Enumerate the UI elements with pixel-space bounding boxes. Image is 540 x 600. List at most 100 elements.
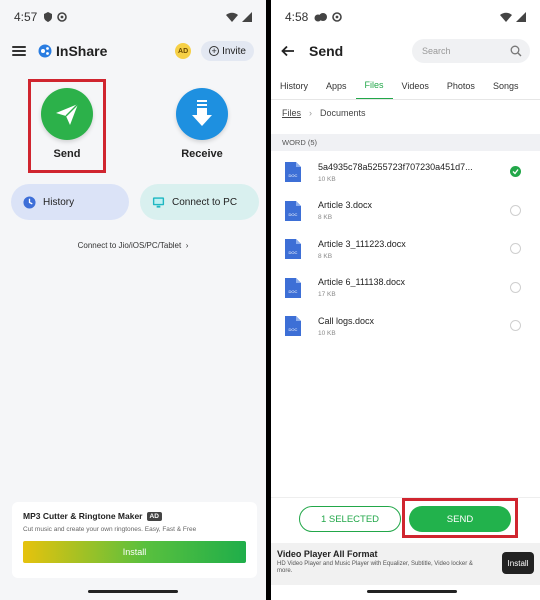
file-select-checkbox[interactable] <box>510 166 521 177</box>
monitor-icon <box>152 196 165 208</box>
file-select-checkbox[interactable] <box>510 320 521 331</box>
ad-badge[interactable]: AD <box>175 43 192 59</box>
chevron-right-icon: › <box>183 241 189 250</box>
svg-text:DOC: DOC <box>289 289 298 294</box>
send-label: Send <box>53 148 81 160</box>
plus-icon: + <box>209 46 220 56</box>
settings-status-icon <box>332 12 343 22</box>
menu-icon[interactable] <box>12 46 26 56</box>
checkmark-icon <box>512 169 519 175</box>
file-size: 10 KB <box>318 175 336 183</box>
right-screen: 4:58 Send Search History Apps Files Vide… <box>271 0 540 600</box>
file-list: DOC 5a4935c78a5255723f707230a451d7... 10… <box>271 153 540 346</box>
file-row[interactable]: DOC Article 3_111223.docx 8 KB <box>271 230 540 269</box>
install-label: Install <box>122 547 147 557</box>
send-header: Send Search <box>271 36 540 66</box>
status-time: 4:58 <box>285 10 309 24</box>
tab-videos[interactable]: Videos <box>393 72 438 99</box>
file-row[interactable]: DOC Article 3.docx 8 KB <box>271 192 540 231</box>
home-handle[interactable] <box>88 590 178 593</box>
brand-name: InShare <box>56 43 108 59</box>
tab-files[interactable]: Files <box>355 72 393 99</box>
doc-file-icon: DOC <box>285 316 301 337</box>
left-screen: 4:57 InShare AD + Invite Send Receive Hi… <box>0 0 266 600</box>
ad-banner: Video Player All Format HD Video Player … <box>271 543 540 585</box>
ad-install-button[interactable]: Install <box>23 541 246 563</box>
connect-pc-label: Connect to PC <box>172 196 238 208</box>
doc-file-icon: DOC <box>285 239 301 260</box>
battery-icon <box>516 12 526 22</box>
paper-plane-icon <box>56 103 79 125</box>
doc-file-icon: DOC <box>285 277 301 298</box>
doc-file-icon: DOC <box>285 162 301 183</box>
status-time: 4:57 <box>14 10 38 24</box>
invite-label: Invite <box>222 45 246 57</box>
search-placeholder: Search <box>422 46 451 56</box>
history-button[interactable]: History <box>11 184 129 220</box>
tab-photos[interactable]: Photos <box>438 72 484 99</box>
receive-button[interactable] <box>176 88 228 140</box>
bottom-action-bar: 1 SELECTED SEND <box>271 497 540 541</box>
ad-card: MP3 Cutter & Ringtone Maker AD Cut music… <box>12 502 257 578</box>
inshare-logo-icon <box>38 44 52 58</box>
download-arrow-icon <box>192 100 212 126</box>
file-select-checkbox[interactable] <box>510 281 521 293</box>
file-row[interactable]: DOC 5a4935c78a5255723f707230a451d7... 10… <box>271 153 540 192</box>
page-title: Send <box>309 43 344 59</box>
back-arrow-icon[interactable] <box>281 44 295 58</box>
file-select-checkbox[interactable] <box>510 243 521 254</box>
invite-button[interactable]: + Invite <box>201 41 254 61</box>
connect-devices-link[interactable]: Connect to Jio/iOS/PC/Tablet › <box>0 241 266 250</box>
send-button[interactable] <box>41 88 93 140</box>
doc-file-icon: DOC <box>285 200 301 221</box>
status-bar: 4:57 <box>0 0 266 34</box>
ad-title: MP3 Cutter & Ringtone Maker <box>23 511 143 521</box>
settings-status-icon <box>57 12 68 22</box>
clock-icon <box>23 195 36 209</box>
history-label: History <box>43 196 75 208</box>
breadcrumb-documents: Documents <box>320 108 366 118</box>
ad-description: HD Video Player and Music Player with Eq… <box>277 561 473 574</box>
home-handle[interactable] <box>367 590 457 593</box>
file-size: 8 KB <box>318 252 333 260</box>
selected-count-button[interactable]: 1 SELECTED <box>299 506 401 532</box>
app-brand: InShare <box>38 43 107 59</box>
send-files-button[interactable]: SEND <box>409 506 511 532</box>
file-size: 17 KB <box>318 291 336 299</box>
ad-title: Video Player All Format <box>277 549 378 559</box>
battery-icon <box>242 12 252 22</box>
file-name: Article 6_111138.docx <box>318 277 406 288</box>
wifi-icon <box>226 12 238 22</box>
ad-description: Cut music and create your own ringtones.… <box>23 526 197 533</box>
file-name: Article 3_111223.docx <box>318 238 406 249</box>
file-name: Call logs.docx <box>318 315 375 326</box>
file-row[interactable]: DOC Call logs.docx 10 KB <box>271 307 540 346</box>
breadcrumb-files[interactable]: Files <box>282 108 301 118</box>
category-tabs: History Apps Files Videos Photos Songs <box>271 72 540 100</box>
tab-songs[interactable]: Songs <box>484 72 528 99</box>
file-size: 8 KB <box>318 214 333 222</box>
wifi-icon <box>500 12 512 22</box>
ad-install-button[interactable]: Install <box>502 552 534 574</box>
ad-tag: AD <box>146 511 162 521</box>
svg-text:DOC: DOC <box>289 173 298 178</box>
app-header: InShare AD + Invite <box>0 36 266 66</box>
file-name: 5a4935c78a5255723f707230a451d7... <box>318 161 473 172</box>
file-size: 10 KB <box>318 329 336 337</box>
section-header: WORD (5) <box>271 134 540 151</box>
search-icon <box>510 45 522 57</box>
file-row[interactable]: DOC Article 6_111138.docx 17 KB <box>271 269 540 308</box>
tab-apps[interactable]: Apps <box>317 72 356 99</box>
connect-to-pc-button[interactable]: Connect to PC <box>140 184 259 220</box>
svg-text:DOC: DOC <box>289 212 298 217</box>
receive-label: Receive <box>181 148 223 160</box>
chevron-right-icon: › <box>309 108 313 118</box>
breadcrumb: Files › Documents <box>282 108 366 118</box>
connect-link-text: Connect to Jio/iOS/PC/Tablet <box>77 241 182 250</box>
file-name: Article 3.docx <box>318 200 373 211</box>
file-select-checkbox[interactable] <box>510 204 521 216</box>
shield-status-icon <box>44 12 53 22</box>
search-input[interactable]: Search <box>412 39 530 63</box>
cloud-status-icon <box>314 13 328 22</box>
tab-history[interactable]: History <box>271 72 317 99</box>
